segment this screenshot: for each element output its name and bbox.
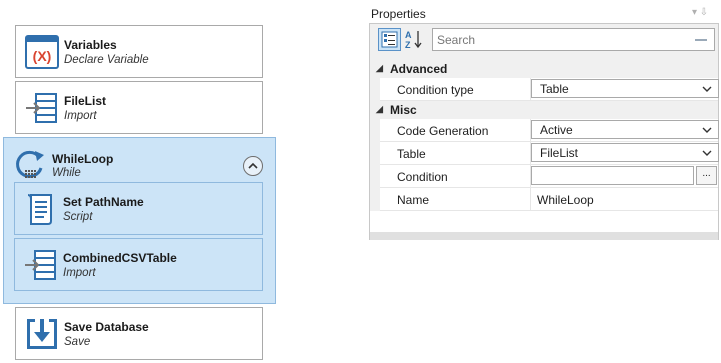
category-misc[interactable]: ◢ Misc xyxy=(370,101,718,119)
collapse-triangle-icon: ◢ xyxy=(376,104,383,114)
workflow-step-set-pathname[interactable]: Set PathName Script xyxy=(14,182,263,235)
name-value[interactable]: WhileLoop xyxy=(537,193,594,207)
sort-glyph-z: Z xyxy=(405,40,411,50)
collapse-button[interactable] xyxy=(243,156,263,176)
chevron-up-icon xyxy=(248,162,258,169)
workflow-step-save-database[interactable]: Save Database Save xyxy=(15,307,263,360)
workflow-step-filelist[interactable]: FileList Import xyxy=(15,81,263,134)
loop-icon xyxy=(16,150,44,178)
step-subtitle: While xyxy=(52,167,81,179)
script-icon xyxy=(27,194,52,225)
step-title: Variables xyxy=(64,38,117,52)
import-icon xyxy=(26,93,57,123)
code-generation-dropdown[interactable]: Active xyxy=(531,120,719,139)
chevron-down-icon xyxy=(702,150,712,156)
step-subtitle: Declare Variable xyxy=(64,54,149,66)
property-row-table[interactable]: Table FileList xyxy=(370,142,719,165)
import-icon xyxy=(25,250,56,280)
properties-title: Properties xyxy=(371,7,426,21)
property-row-code-generation[interactable]: Code Generation Active xyxy=(370,119,719,142)
collapse-triangle-icon: ◢ xyxy=(376,63,383,73)
workflow-step-variables[interactable]: (X) Variables Declare Variable xyxy=(15,25,263,78)
alphabetical-sort-button[interactable]: A Z xyxy=(403,28,426,51)
step-subtitle: Import xyxy=(63,267,96,279)
step-title: Set PathName xyxy=(63,195,144,209)
sort-az-icon: A Z xyxy=(405,30,422,50)
search-input[interactable] xyxy=(437,31,682,48)
property-name: Table xyxy=(397,147,426,161)
save-icon xyxy=(27,319,57,349)
property-name: Condition type xyxy=(397,83,474,97)
step-title: CombinedCSVTable xyxy=(63,251,177,265)
condition-ellipsis-button[interactable]: ... xyxy=(696,166,717,185)
search-clear-icon[interactable] xyxy=(695,39,707,41)
property-name: Condition xyxy=(397,170,448,184)
condition-type-dropdown[interactable]: Table xyxy=(531,79,719,98)
property-name: Code Generation xyxy=(397,124,489,138)
chevron-down-icon xyxy=(702,86,712,92)
step-title: Save Database xyxy=(64,320,149,334)
variable-icon-text: (X) xyxy=(33,48,52,64)
property-row-condition-type[interactable]: Condition type Table xyxy=(370,78,719,101)
workflow-step-combinedcsvtable[interactable]: CombinedCSVTable Import xyxy=(14,238,263,291)
step-subtitle: Script xyxy=(63,211,93,223)
variable-icon: (X) xyxy=(25,35,59,69)
category-advanced[interactable]: ◢ Advanced xyxy=(370,60,718,78)
panel-controls[interactable]: ▾ ⇩ xyxy=(692,7,708,18)
property-row-name[interactable]: Name WhileLoop xyxy=(370,188,718,211)
table-dropdown[interactable]: FileList xyxy=(531,143,719,162)
step-title: WhileLoop xyxy=(52,152,114,166)
categorized-view-button[interactable] xyxy=(378,28,401,51)
property-grid: ◢ Advanced Condition type Table ◢ Misc C… xyxy=(370,60,719,232)
chevron-down-icon xyxy=(702,127,712,133)
property-name: Name xyxy=(397,193,430,207)
step-subtitle: Import xyxy=(64,110,97,122)
condition-field[interactable] xyxy=(531,166,694,185)
step-title: FileList xyxy=(64,94,107,108)
property-row-condition[interactable]: Condition ... xyxy=(370,165,718,188)
step-subtitle: Save xyxy=(64,336,91,348)
categorized-list-icon xyxy=(381,31,398,48)
sort-glyph-a: A xyxy=(405,30,412,40)
property-search[interactable] xyxy=(432,28,715,51)
description-pane xyxy=(370,232,718,240)
